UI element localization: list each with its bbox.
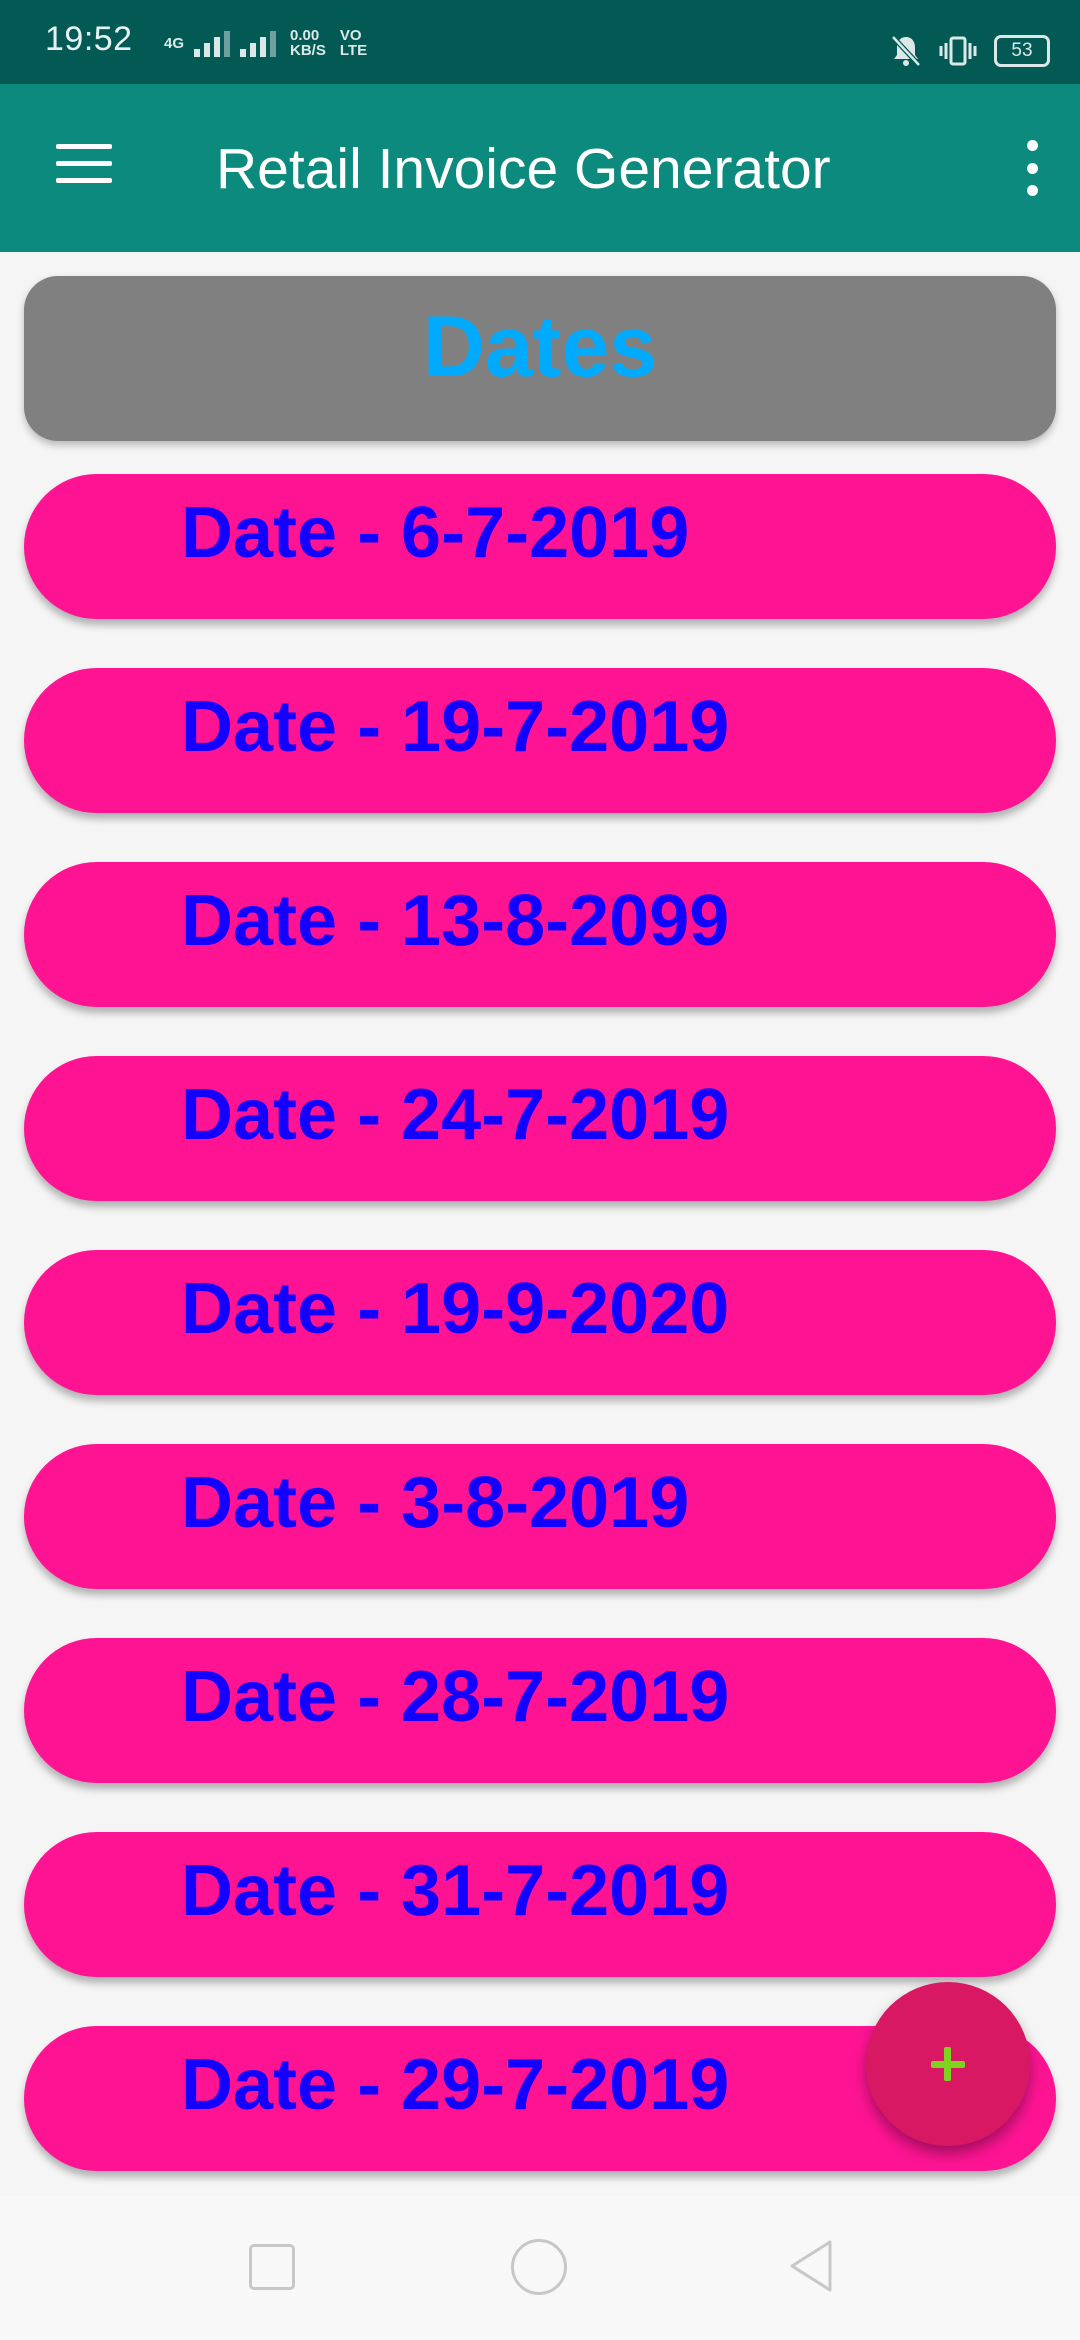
date-item[interactable]: Date - 3-8-2019 (24, 1444, 1056, 1589)
menu-icon[interactable] (56, 144, 114, 190)
date-item-label: Date - 3-8-2019 (181, 1463, 690, 1543)
date-item[interactable]: Date - 24-7-2019 (24, 1056, 1056, 1201)
vibrate-icon (939, 36, 977, 66)
recents-button[interactable] (249, 2244, 295, 2290)
network-type-indicator: 4G (164, 36, 184, 51)
data-speed-value: 0.00 (290, 27, 320, 44)
date-item[interactable]: Date - 6-7-2019 (24, 474, 1056, 619)
status-right-icons: 53 (890, 28, 1050, 74)
volte-bottom-label: LTE (339, 42, 368, 59)
signal-strength-sim2-icon (240, 29, 277, 57)
date-item-label: Date - 28-7-2019 (181, 1657, 730, 1737)
system-navigation-bar (0, 2196, 1080, 2340)
network-type-label: 4G (164, 34, 185, 52)
date-item[interactable]: Date - 19-9-2020 (24, 1250, 1056, 1395)
data-speed-unit: KB/S (290, 42, 326, 59)
date-item-label: Date - 29-7-2019 (181, 2045, 730, 2125)
date-item[interactable]: Date - 31-7-2019 (24, 1832, 1056, 1977)
more-options-icon[interactable] (1014, 140, 1050, 196)
date-item-label: Date - 6-7-2019 (181, 493, 690, 573)
date-item[interactable]: Date - 28-7-2019 (24, 1638, 1056, 1783)
app-title: Retail Invoice Generator (216, 137, 831, 201)
notifications-off-icon (891, 35, 921, 67)
dates-header-card: Dates (24, 276, 1056, 441)
signal-strength-icon (194, 29, 231, 57)
add-date-button[interactable] (866, 1982, 1030, 2146)
date-item-label: Date - 31-7-2019 (181, 1851, 730, 1931)
back-button[interactable] (786, 2238, 836, 2294)
home-button[interactable] (511, 2239, 567, 2295)
date-list: Date - 6-7-2019 Date - 19-7-2019 Date - … (24, 474, 1056, 2220)
dates-header-title: Dates (422, 299, 658, 395)
status-bar: 19:52 4G 0.00 KB/S VO LTE 53 (0, 0, 1080, 84)
status-time: 19:52 (45, 20, 133, 58)
status-left-icons: 4G 0.00 KB/S VO LTE (150, 20, 367, 66)
date-item-label: Date - 19-7-2019 (181, 687, 730, 767)
plus-icon (866, 1982, 1030, 2146)
data-speed-indicator: 0.00 KB/S (290, 28, 326, 58)
volte-top-label: VO (339, 27, 362, 44)
app-bar: Retail Invoice Generator (0, 84, 1080, 252)
date-item[interactable]: Date - 19-7-2019 (24, 668, 1056, 813)
date-item-label: Date - 24-7-2019 (181, 1075, 730, 1155)
date-item-label: Date - 13-8-2099 (181, 881, 730, 961)
date-item-label: Date - 19-9-2020 (181, 1269, 730, 1349)
date-item[interactable]: Date - 13-8-2099 (24, 862, 1056, 1007)
volte-indicator: VO LTE (340, 28, 367, 58)
battery-icon: 53 (994, 35, 1050, 67)
